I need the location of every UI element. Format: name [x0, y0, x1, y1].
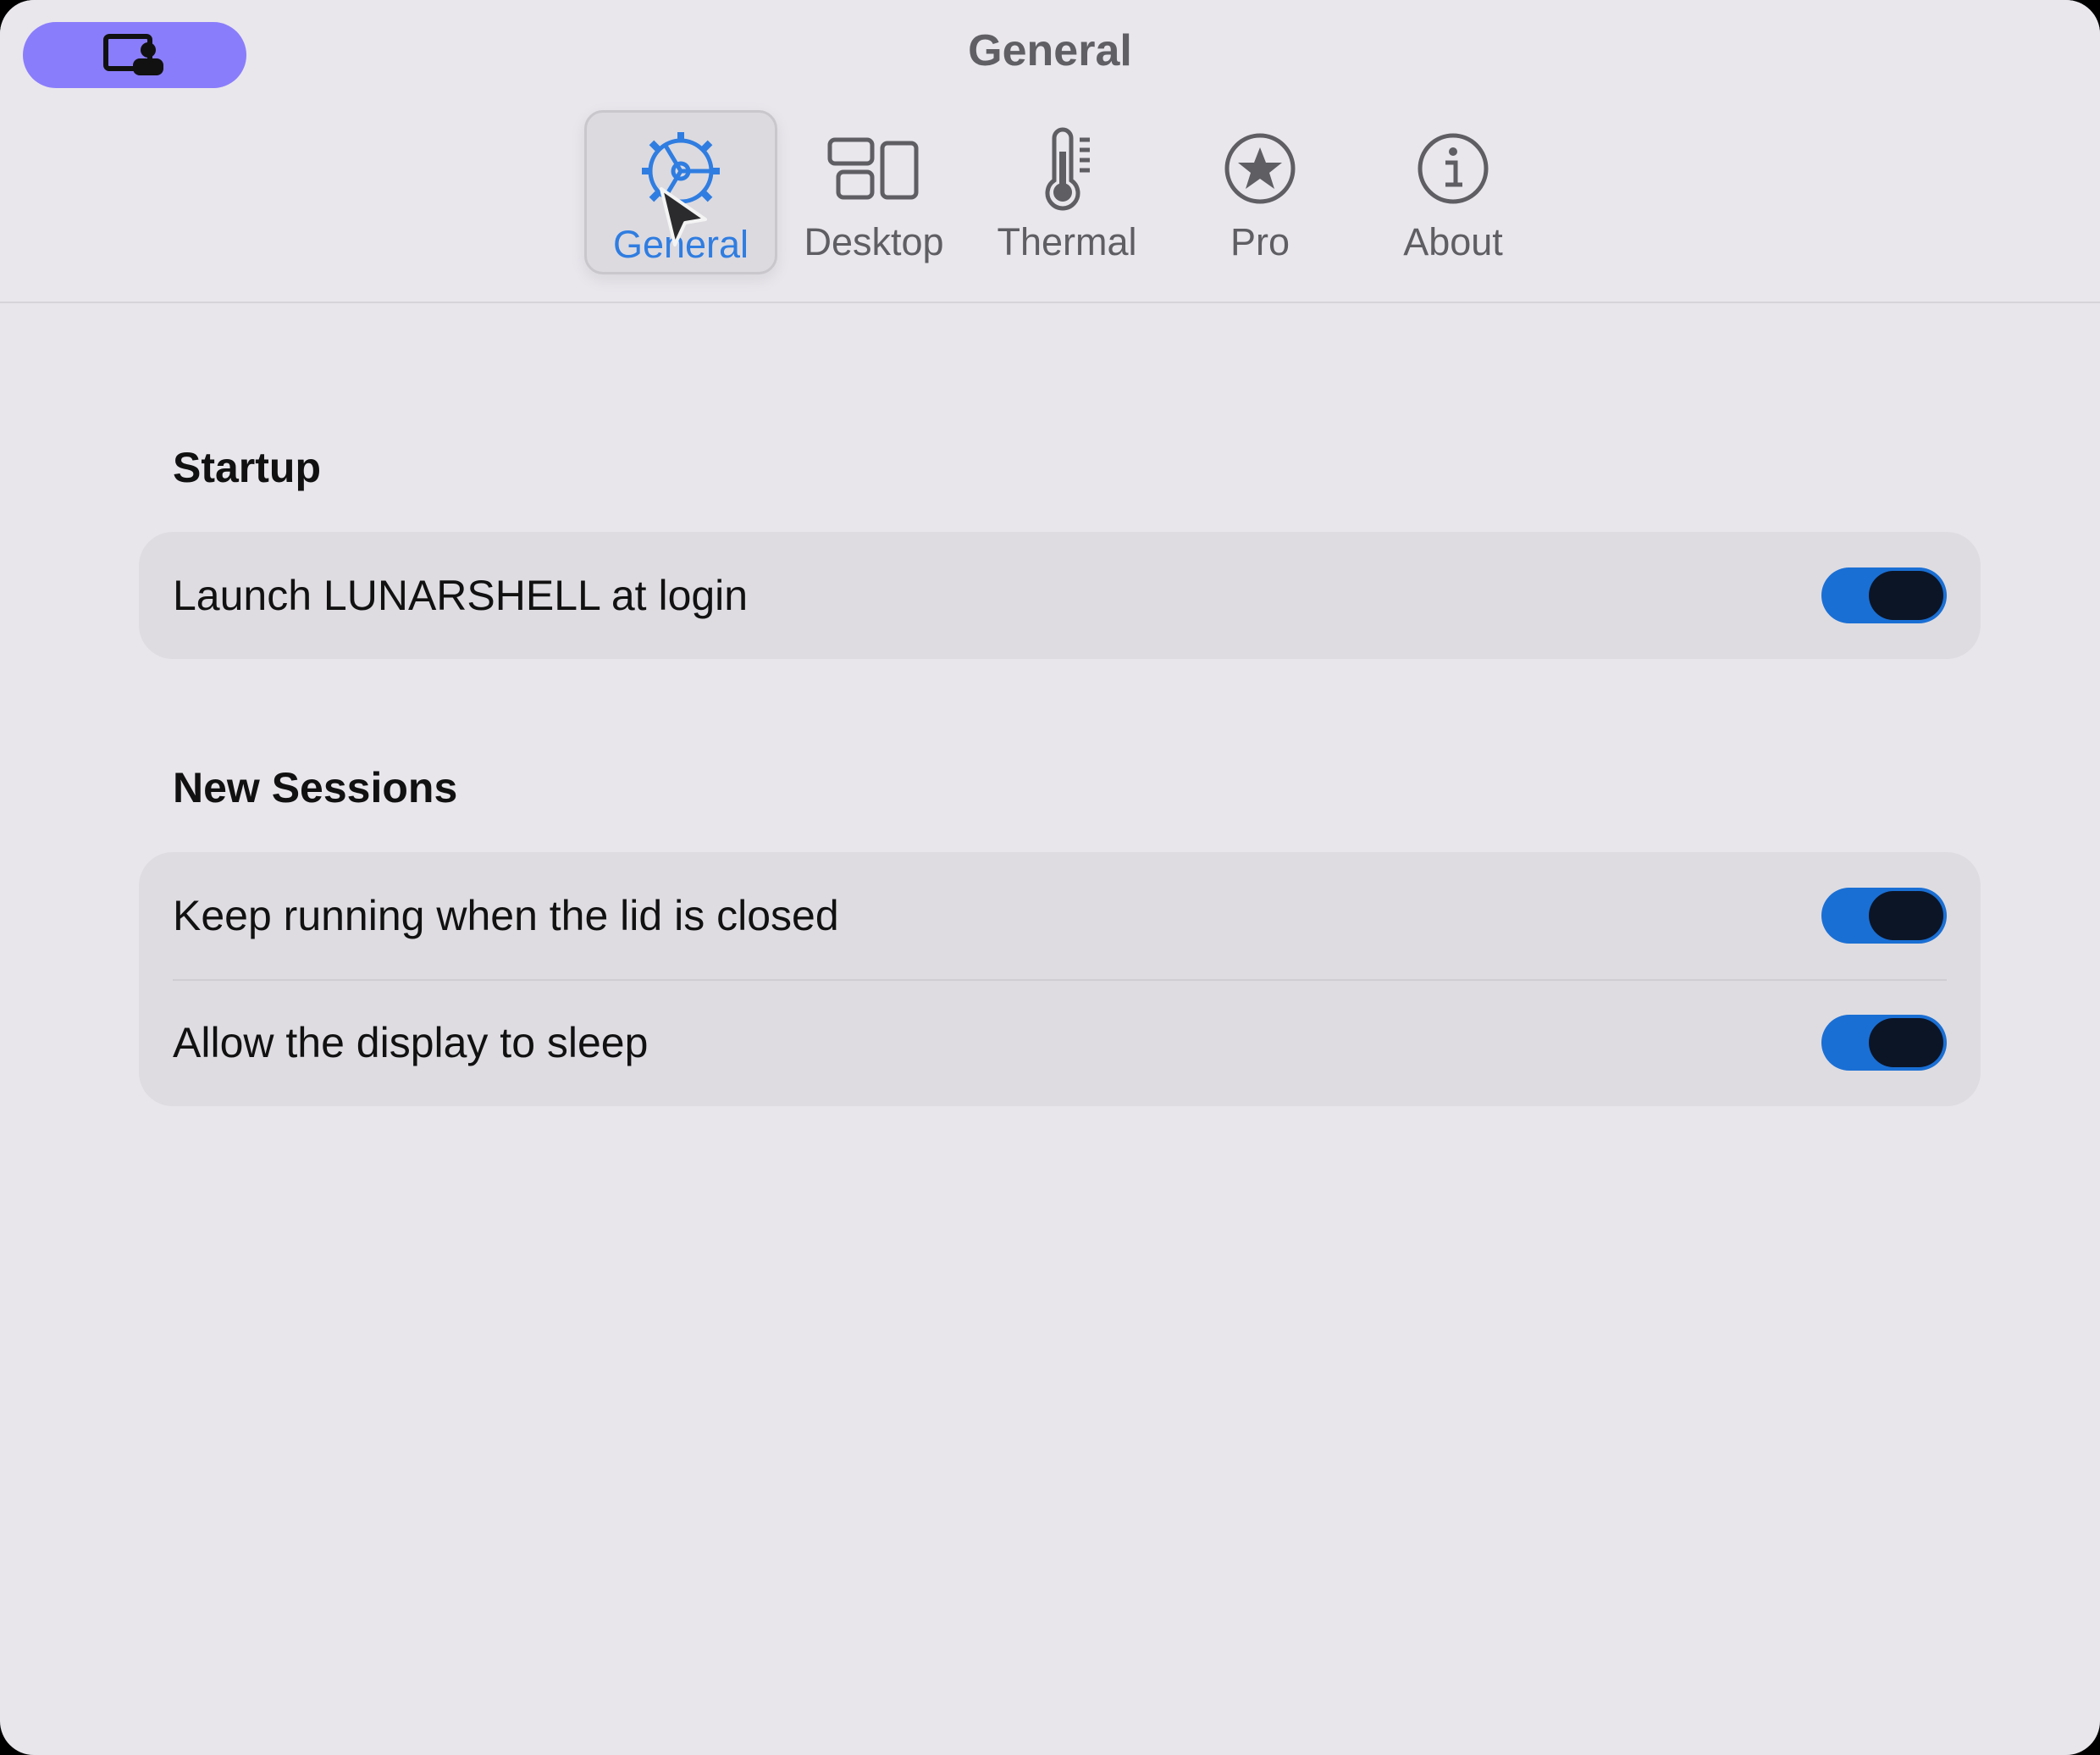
preferences-window: General General Desktop Thermal Pro Abou…: [0, 0, 2100, 1755]
window-title: General: [968, 26, 1132, 75]
thermometer-icon: [1045, 127, 1090, 211]
tab-bar: General Desktop Thermal Pro About: [584, 110, 1550, 276]
tab-label: Desktop: [804, 220, 944, 263]
toolbar: General General Desktop Thermal Pro Abou…: [0, 0, 2100, 303]
settings-content: Startup Launch LUNARSHELL at login New S…: [0, 303, 2100, 1755]
setting-row-keep-running-lid-closed: Keep running when the lid is closed: [139, 852, 1981, 979]
toggle-knob: [1869, 1018, 1943, 1067]
tab-label: Pro: [1230, 220, 1290, 263]
star-circle-icon: [1224, 133, 1296, 204]
info-circle-icon: [1418, 133, 1489, 204]
keep-running-lid-closed-toggle[interactable]: [1821, 888, 1947, 944]
setting-label: Keep running when the lid is closed: [173, 892, 839, 939]
tab-label: Thermal: [997, 220, 1137, 263]
toggle-knob: [1869, 891, 1943, 940]
setting-row-allow-display-sleep: Allow the display to sleep: [139, 979, 1981, 1106]
setting-label: Launch LUNARSHELL at login: [173, 572, 749, 619]
tab-thermal[interactable]: Thermal: [970, 110, 1163, 274]
tab-desktop[interactable]: Desktop: [777, 110, 970, 274]
tab-general[interactable]: General: [584, 110, 777, 274]
toggle-knob: [1869, 571, 1943, 620]
setting-row-launch-at-login: Launch LUNARSHELL at login: [139, 532, 1981, 659]
allow-display-sleep-toggle[interactable]: [1821, 1015, 1947, 1071]
launch-at-login-toggle[interactable]: [1821, 567, 1947, 623]
mouse-cursor-icon: [660, 187, 707, 246]
tab-label: About: [1403, 220, 1503, 263]
section-title-startup: Startup: [173, 444, 321, 491]
section-title-new-sessions: New Sessions: [173, 764, 458, 811]
setting-label: Allow the display to sleep: [173, 1019, 649, 1066]
tab-about[interactable]: About: [1357, 110, 1550, 274]
tab-pro[interactable]: Pro: [1163, 110, 1357, 274]
startup-group: Launch LUNARSHELL at login: [139, 532, 1981, 659]
desktop-layout-icon: [827, 137, 919, 200]
new-sessions-group: Keep running when the lid is closed Allo…: [139, 852, 1981, 1106]
